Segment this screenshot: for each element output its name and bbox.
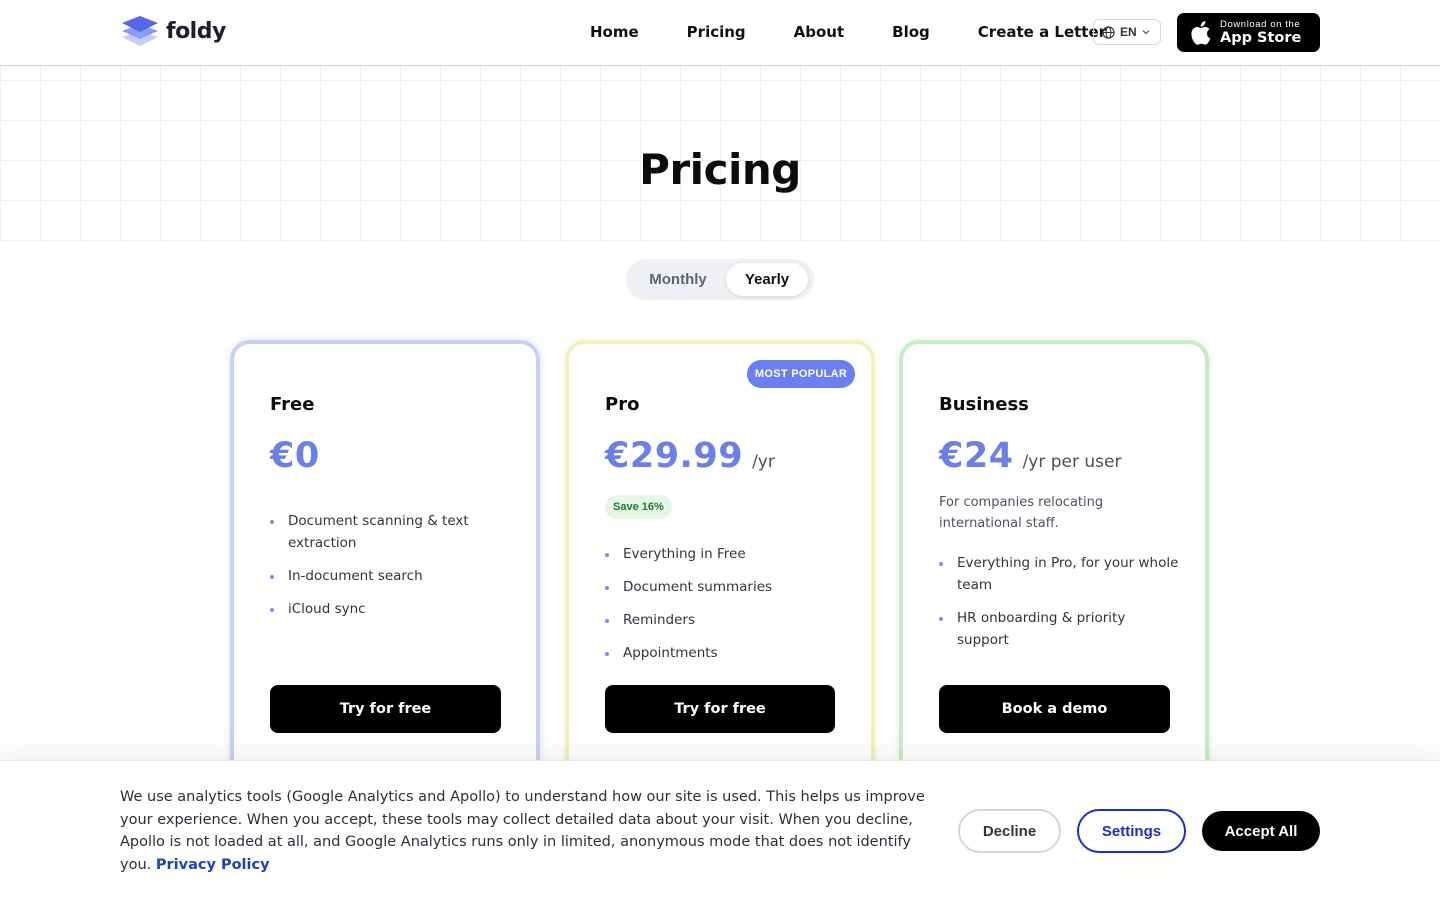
- feature-text: Reminders: [623, 612, 695, 628]
- bullet-icon: [605, 652, 609, 656]
- language-code: EN: [1120, 25, 1137, 39]
- feature-item: Appointments: [605, 642, 845, 664]
- feature-item: Everything in Pro, for your whole team: [939, 552, 1179, 596]
- feature-list: Everything in Pro, for your whole team H…: [939, 552, 1179, 662]
- feature-list: Document scanning & text extraction In-d…: [270, 510, 510, 631]
- bullet-icon: [939, 617, 943, 621]
- nav-create-letter[interactable]: Create a Letter: [978, 23, 1106, 41]
- plan-description: For companies relocating international s…: [939, 495, 1104, 531]
- plan-period: /yr: [752, 452, 775, 472]
- feature-text: In-document search: [288, 568, 423, 584]
- book-demo-button[interactable]: Book a demo: [939, 685, 1170, 733]
- plan-name: Free: [270, 394, 315, 415]
- settings-button[interactable]: Settings: [1077, 809, 1186, 853]
- feature-item: In-document search: [270, 565, 510, 587]
- decline-button[interactable]: Decline: [958, 809, 1061, 853]
- site-header: foldy Home Pricing About Blog Create a L…: [0, 0, 1440, 66]
- bullet-icon: [270, 520, 274, 524]
- plan-name: Business: [939, 394, 1029, 415]
- main-nav: Home Pricing About Blog Create a Letter: [566, 0, 1106, 64]
- feature-text: Document scanning & text extraction: [288, 513, 469, 551]
- cookie-banner: We use analytics tools (Google Analytics…: [0, 760, 1440, 900]
- feature-text: iCloud sync: [288, 601, 366, 617]
- plan-period: /yr per user: [1022, 452, 1122, 472]
- billing-toggle: Monthly Yearly: [626, 259, 814, 300]
- try-free-button[interactable]: Try for free: [270, 685, 501, 733]
- nav-about[interactable]: About: [794, 23, 845, 41]
- price-row: €0: [270, 436, 320, 476]
- app-store-small-text: Download on the: [1220, 19, 1301, 30]
- app-store-big-text: App Store: [1220, 30, 1302, 46]
- feature-text: Appointments: [623, 645, 718, 661]
- feature-item: Document summaries: [605, 576, 845, 598]
- globe-icon: [1102, 25, 1115, 39]
- nav-blog[interactable]: Blog: [892, 23, 930, 41]
- accept-all-button[interactable]: Accept All: [1202, 811, 1320, 851]
- bullet-icon: [605, 586, 609, 590]
- bullet-icon: [939, 562, 943, 566]
- privacy-policy-link[interactable]: Privacy Policy: [156, 857, 270, 873]
- feature-item: iCloud sync: [270, 598, 510, 620]
- most-popular-badge: MOST POPULAR: [747, 360, 855, 388]
- feature-item: Document scanning & text extraction: [270, 510, 510, 554]
- chevron-down-icon: [1142, 30, 1150, 35]
- page-title: Pricing: [639, 145, 801, 194]
- feature-text: Document summaries: [623, 579, 773, 595]
- language-selector[interactable]: EN: [1093, 19, 1161, 45]
- app-store-button[interactable]: Download on the App Store: [1177, 13, 1320, 52]
- toggle-yearly[interactable]: Yearly: [726, 263, 808, 296]
- logo-icon: [122, 16, 158, 46]
- plan-price: €29.99: [605, 436, 744, 476]
- cookie-message: We use analytics tools (Google Analytics…: [120, 786, 930, 876]
- feature-item: Reminders: [605, 609, 845, 631]
- feature-text: Everything in Pro, for your whole team: [957, 555, 1179, 593]
- plan-price: €24: [939, 436, 1014, 476]
- feature-text: HR onboarding & priority support: [957, 610, 1126, 648]
- toggle-monthly[interactable]: Monthly: [630, 263, 726, 296]
- bullet-icon: [605, 553, 609, 557]
- nav-pricing[interactable]: Pricing: [687, 23, 746, 41]
- plan-price: €0: [270, 436, 320, 476]
- try-free-button[interactable]: Try for free: [605, 685, 835, 733]
- apple-icon: [1191, 20, 1211, 45]
- feature-list: Everything in Free Document summaries Re…: [605, 543, 845, 675]
- logo[interactable]: foldy: [120, 15, 226, 47]
- bullet-icon: [605, 619, 609, 623]
- feature-item: Everything in Free: [605, 543, 845, 565]
- feature-item: HR onboarding & priority support: [939, 607, 1179, 651]
- save-badge: Save 16%: [605, 495, 672, 519]
- price-row: €24 /yr per user: [939, 436, 1121, 476]
- feature-text: Everything in Free: [623, 546, 746, 562]
- nav-home[interactable]: Home: [590, 23, 639, 41]
- bullet-icon: [270, 575, 274, 579]
- plan-name: Pro: [605, 394, 640, 415]
- bullet-icon: [270, 608, 274, 612]
- logo-text: foldy: [166, 18, 226, 44]
- price-row: €29.99 /yr: [605, 436, 775, 476]
